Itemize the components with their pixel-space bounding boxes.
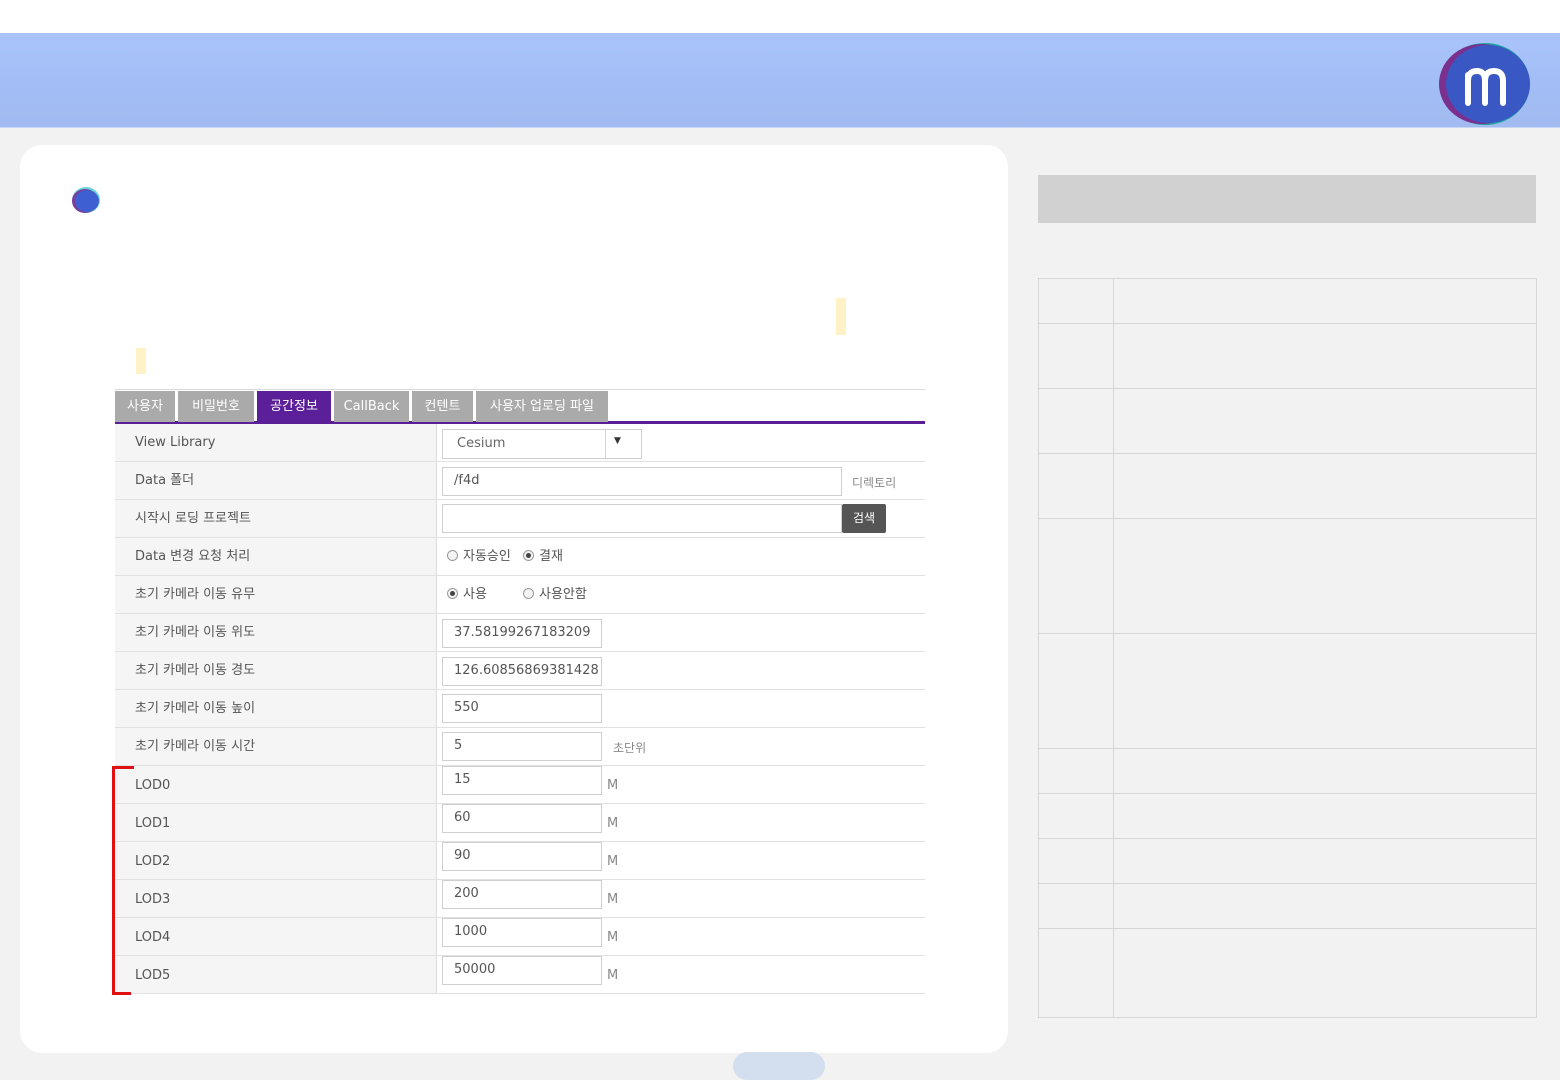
search-button[interactable]: 검색 [842, 504, 886, 533]
lod1-input[interactable]: 60 [442, 804, 602, 833]
unit-label: M [607, 854, 619, 869]
radio-label: 결재 [539, 549, 563, 564]
start-project-input[interactable] [442, 504, 842, 533]
camera-height-input[interactable]: 550 [442, 694, 602, 723]
lod0-input[interactable]: 15 [442, 766, 602, 795]
tab-spatial-info[interactable]: 공간정보 [257, 391, 331, 422]
form-row-data-folder: Data 폴더 /f4d 디렉토리 [115, 462, 925, 500]
radio-auto-approve[interactable]: 자동승인 [447, 538, 511, 576]
unit-label: M [607, 892, 619, 907]
radio-icon [523, 588, 534, 599]
table-row [1039, 389, 1536, 454]
unit-label: M [607, 930, 619, 945]
header-bar [0, 33, 1560, 128]
table-row [1039, 454, 1536, 519]
unit-label: M [607, 816, 619, 831]
field-label: Data 변경 요청 처리 [115, 538, 437, 575]
field-label: LOD5 [115, 956, 437, 993]
form-row-lod4: LOD4 1000 M [115, 918, 925, 956]
field-label: 초기 카메라 이동 위도 [115, 614, 437, 651]
radio-icon [447, 550, 458, 561]
tab-user-upload-files[interactable]: 사용자 업로딩 파일 [476, 391, 608, 422]
form-row-start-project: 시작시 로딩 프로젝트 검색 [115, 500, 925, 538]
lod3-input[interactable]: 200 [442, 880, 602, 909]
brand-logo [1439, 43, 1530, 125]
highlight-marker [136, 348, 146, 374]
select-value: Cesium [457, 436, 506, 451]
tab-bar: 사용자 비밀번호 공간정보 CallBack 컨텐트 사용자 업로딩 파일 [115, 389, 925, 424]
table-row [1039, 279, 1536, 324]
form-row-lod5: LOD5 50000 M [115, 956, 925, 994]
field-label: LOD2 [115, 842, 437, 879]
lod5-input[interactable]: 50000 [442, 956, 602, 985]
field-label: LOD1 [115, 804, 437, 841]
table-row [1039, 519, 1536, 634]
radio-label: 사용안함 [539, 587, 587, 602]
radio-label: 사용 [463, 587, 487, 602]
field-label: 초기 카메라 이동 경도 [115, 652, 437, 689]
right-panel-header [1038, 175, 1536, 223]
tab-password[interactable]: 비밀번호 [178, 391, 254, 422]
highlight-bracket-top [112, 766, 134, 769]
form-row-camera-time: 초기 카메라 이동 시간 5 초단위 [115, 728, 925, 766]
view-library-select[interactable]: Cesium ▼ [442, 429, 642, 459]
top-strip [0, 0, 1560, 33]
unit-label: 초단위 [613, 741, 647, 755]
highlight-marker [836, 298, 846, 335]
field-label: Data 폴더 [115, 462, 437, 499]
table-row [1039, 324, 1536, 389]
right-panel-table [1038, 278, 1537, 1018]
highlight-bracket-bottom [112, 992, 131, 995]
form-row-view-library: View Library Cesium ▼ [115, 424, 925, 462]
form-row-lod3: LOD3 200 M [115, 880, 925, 918]
page-indicator[interactable] [733, 1052, 825, 1080]
chevron-down-icon: ▼ [614, 436, 621, 446]
lod4-input[interactable]: 1000 [442, 918, 602, 947]
field-label: 초기 카메라 이동 높이 [115, 690, 437, 727]
unit-label: M [607, 968, 619, 983]
table-row [1039, 839, 1536, 884]
lod2-input[interactable]: 90 [442, 842, 602, 871]
unit-label: M [607, 778, 619, 793]
radio-selected-icon [447, 588, 458, 599]
field-label: 시작시 로딩 프로젝트 [115, 500, 437, 537]
camera-longitude-input[interactable]: 126.60856869381428 [442, 657, 602, 686]
camera-time-input[interactable]: 5 [442, 732, 602, 761]
table-row [1039, 884, 1536, 929]
field-label: LOD3 [115, 880, 437, 917]
form-row-lod1: LOD1 60 M [115, 804, 925, 842]
radio-use[interactable]: 사용 [447, 576, 487, 614]
radio-not-use[interactable]: 사용안함 [523, 576, 587, 614]
table-row [1039, 749, 1536, 794]
form-row-lod0: LOD0 15 M [115, 766, 925, 804]
radio-label: 자동승인 [463, 549, 511, 564]
field-label: LOD4 [115, 918, 437, 955]
table-row [1039, 634, 1536, 749]
field-label: LOD0 [115, 766, 437, 803]
table-row [1039, 794, 1536, 839]
tab-callback[interactable]: CallBack [334, 391, 409, 422]
field-label: 초기 카메라 이동 시간 [115, 728, 437, 765]
form-row-camera-lon: 초기 카메라 이동 경도 126.60856869381428 [115, 652, 925, 690]
form-row-data-change: Data 변경 요청 처리 자동승인 결재 [115, 538, 925, 576]
form-row-camera-move: 초기 카메라 이동 유무 사용 사용안함 [115, 576, 925, 614]
tab-user[interactable]: 사용자 [115, 391, 175, 422]
field-label: View Library [115, 424, 437, 461]
form-row-lod2: LOD2 90 M [115, 842, 925, 880]
data-folder-input[interactable]: /f4d [442, 467, 842, 496]
unit-label: 디렉토리 [852, 476, 897, 490]
form-row-camera-lat: 초기 카메라 이동 위도 37.58199267183209 [115, 614, 925, 652]
tab-content[interactable]: 컨텐트 [412, 391, 473, 422]
section-bullet-icon [72, 187, 100, 213]
form-row-camera-height: 초기 카메라 이동 높이 550 [115, 690, 925, 728]
select-divider [605, 430, 606, 458]
highlight-bracket [112, 766, 115, 995]
camera-latitude-input[interactable]: 37.58199267183209 [442, 619, 602, 648]
field-label: 초기 카메라 이동 유무 [115, 576, 437, 613]
radio-approval[interactable]: 결재 [523, 538, 563, 576]
radio-selected-icon [523, 550, 534, 561]
